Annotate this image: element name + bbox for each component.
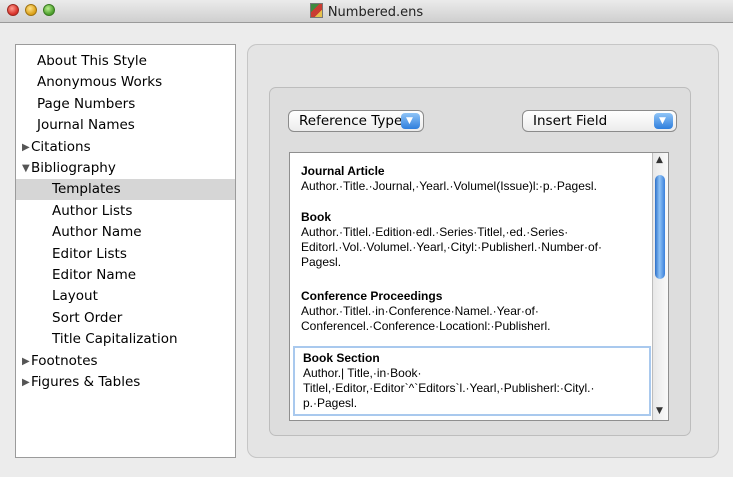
template-entry-title: Book [301,210,331,224]
sidebar-item-label: Sort Order [52,309,123,326]
sidebar-item[interactable]: Title Capitalization [16,329,235,350]
sidebar-item-label: Figures & Tables [31,374,141,390]
sidebar-item-label: Layout [52,288,98,305]
reference-types-label: Reference Types [299,113,410,129]
template-entry-body: Author.·Titlel.·in·Conference·Namel.·Yea… [301,304,551,333]
sidebar-item[interactable]: Journal Names [16,115,235,136]
sidebar-item-label: Editor Lists [52,245,127,262]
template-entry[interactable]: Conference Proceedings Author.·Titlel.·in… [293,286,651,337]
style-sections-sidebar: About This Style Anonymous Works Page Numb… [15,44,236,458]
template-entry-title: Book Section [303,351,380,365]
template-entry-title: Journal Article [301,164,385,178]
window-title: Numbered.ens [0,3,733,20]
sidebar-item[interactable]: ▼ Bibliography [16,158,235,179]
sidebar-item[interactable]: About This Style [16,51,235,72]
title-bar: Numbered.ens [0,0,733,23]
sidebar-item-label: Author Name [52,224,142,241]
template-entry-title: Conference Proceedings [301,289,443,303]
sidebar-item-label: Title Capitalization [52,331,178,348]
sidebar-item-label: Page Numbers [37,95,136,112]
sidebar-item[interactable]: Anonymous Works [16,72,235,93]
sidebar-item-label: About This Style [37,53,147,69]
template-entry[interactable]: Book Author.·Titlel.·Edition·edl.·Series·… [293,207,651,273]
sidebar-item-label: Anonymous Works [37,74,163,91]
scroll-down-arrow-icon[interactable]: ▼ [656,406,663,416]
window: Numbered.ens About This Style Anonymous W… [0,0,733,477]
sidebar-item[interactable]: ▶ Citations [16,137,235,158]
template-entry-body: Author.·Titlel.·Edition·edl.·Series·Titl… [301,225,602,269]
template-entry[interactable]: Journal Article Author.·Title.·Journal,·Y… [293,161,651,197]
insert-field-popup[interactable]: Insert Field ▼ [522,110,677,132]
sidebar-item[interactable]: Editor Name [16,265,235,286]
sidebar-item-label: Journal Names [37,117,135,134]
sidebar-item[interactable]: Author Lists [16,201,235,222]
vertical-scrollbar[interactable]: ▲ ▼ [652,153,668,420]
sidebar-item[interactable]: Layout [16,286,235,307]
document-icon [309,3,323,18]
sidebar-item-label: Editor Name [52,267,137,283]
triangle-right-icon[interactable]: ▶ [22,137,30,158]
sidebar-item-label: Templates [52,181,121,198]
sidebar-item-label: Footnotes [31,352,98,369]
sidebar-item[interactable]: Sort Order [16,308,235,329]
chevron-down-icon: ▼ [654,113,673,129]
template-entry[interactable]: Book Section Author.| Title,·in·Book· Tit… [293,346,651,416]
sidebar-item[interactable]: Page Numbers [16,94,235,115]
scroll-up-arrow-icon[interactable]: ▲ [656,155,663,165]
triangle-down-icon[interactable]: ▼ [22,158,30,179]
sidebar-item-label: Bibliography [31,160,116,176]
window-title-text: Numbered.ens [327,5,424,20]
templates-list[interactable]: Book Section Author.| Title,·in·Book· Tit… [289,152,669,421]
reference-types-popup[interactable]: Reference Types ▼ [288,110,424,132]
chevron-down-icon: ▼ [401,113,420,129]
sidebar-item-label: Citations [31,138,91,155]
sidebar-item[interactable]: Author Name [16,222,235,243]
template-entry-body: Author.| Title,·in·Book· Titlel,·Editor,… [303,366,595,410]
insert-field-label: Insert Field [533,113,608,129]
sidebar-item[interactable]: Templates [16,179,235,201]
triangle-right-icon[interactable]: ▶ [22,351,30,372]
scroll-thumb[interactable] [655,175,665,279]
sidebar-item[interactable]: ▶ Figures & Tables [16,372,235,393]
sidebar-item-label: Author Lists [52,202,133,219]
sidebar-item[interactable]: Editor Lists [16,244,235,265]
sidebar-item[interactable]: ▶ Footnotes [16,351,235,372]
template-entry-body: Author.·Title.·Journal,·Yearl.·Volumel(I… [301,179,597,193]
triangle-right-icon[interactable]: ▶ [22,372,30,393]
